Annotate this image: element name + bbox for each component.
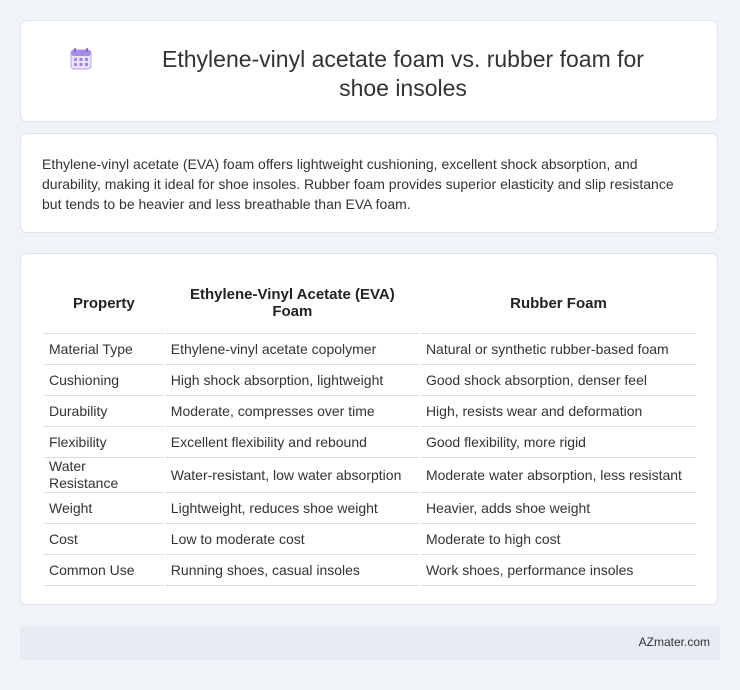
summary-text: Ethylene-vinyl acetate (EVA) foam offers… (42, 156, 674, 212)
property-cell: Cost (44, 524, 164, 555)
property-cell: Weight (44, 493, 164, 524)
table-row: Flexibility Excellent flexibility and re… (44, 427, 696, 458)
footer-bar: AZmater.com (20, 626, 720, 660)
table-row: Common Use Running shoes, casual insoles… (44, 555, 696, 586)
rubber-cell: Natural or synthetic rubber-based foam (420, 334, 696, 365)
page-title: Ethylene-vinyl acetate foam vs. rubber f… (162, 46, 644, 101)
footer-brand: AZmater.com (638, 635, 710, 649)
property-cell: Cushioning (44, 365, 164, 396)
eva-cell: Running shoes, casual insoles (165, 555, 419, 586)
eva-cell: Moderate, compresses over time (165, 396, 419, 427)
rubber-cell: Good flexibility, more rigid (420, 427, 696, 458)
table-header-row: Property Ethylene-Vinyl Acetate (EVA) Fo… (44, 273, 696, 334)
summary-card: Ethylene-vinyl acetate (EVA) foam offers… (20, 133, 718, 233)
property-cell: Flexibility (44, 427, 164, 458)
table-row: Water Resistance Water-resistant, low wa… (44, 458, 696, 493)
table-row: Weight Lightweight, reduces shoe weight … (44, 493, 696, 524)
eva-cell: High shock absorption, lightweight (165, 365, 419, 396)
table-row: Cushioning High shock absorption, lightw… (44, 365, 696, 396)
header-eva-foam: Ethylene-Vinyl Acetate (EVA) Foam (165, 273, 419, 334)
property-cell: Common Use (44, 555, 164, 586)
rubber-cell: Heavier, adds shoe weight (420, 493, 696, 524)
table-row: Durability Moderate, compresses over tim… (44, 396, 696, 427)
property-cell: Water Resistance (44, 458, 164, 493)
table-row: Material Type Ethylene-vinyl acetate cop… (44, 334, 696, 365)
rubber-cell: Good shock absorption, denser feel (420, 365, 696, 396)
property-cell: Material Type (44, 334, 164, 365)
property-cell: Durability (44, 396, 164, 427)
eva-cell: Water-resistant, low water absorption (165, 458, 419, 493)
rubber-cell: Work shoes, performance insoles (420, 555, 696, 586)
eva-cell: Ethylene-vinyl acetate copolymer (165, 334, 419, 365)
title-card: Ethylene-vinyl acetate foam vs. rubber f… (20, 20, 718, 122)
header-rubber-foam: Rubber Foam (420, 273, 696, 334)
header-property: Property (44, 273, 164, 334)
rubber-cell: Moderate to high cost (420, 524, 696, 555)
eva-cell: Excellent flexibility and rebound (165, 427, 419, 458)
comparison-card: Property Ethylene-Vinyl Acetate (EVA) Fo… (20, 253, 718, 605)
table-row: Cost Low to moderate cost Moderate to hi… (44, 524, 696, 555)
eva-cell: Lightweight, reduces shoe weight (165, 493, 419, 524)
comparison-table: Property Ethylene-Vinyl Acetate (EVA) Fo… (42, 273, 698, 586)
eva-cell: Low to moderate cost (165, 524, 419, 555)
rubber-cell: Moderate water absorption, less resistan… (420, 458, 696, 493)
rubber-cell: High, resists wear and deformation (420, 396, 696, 427)
